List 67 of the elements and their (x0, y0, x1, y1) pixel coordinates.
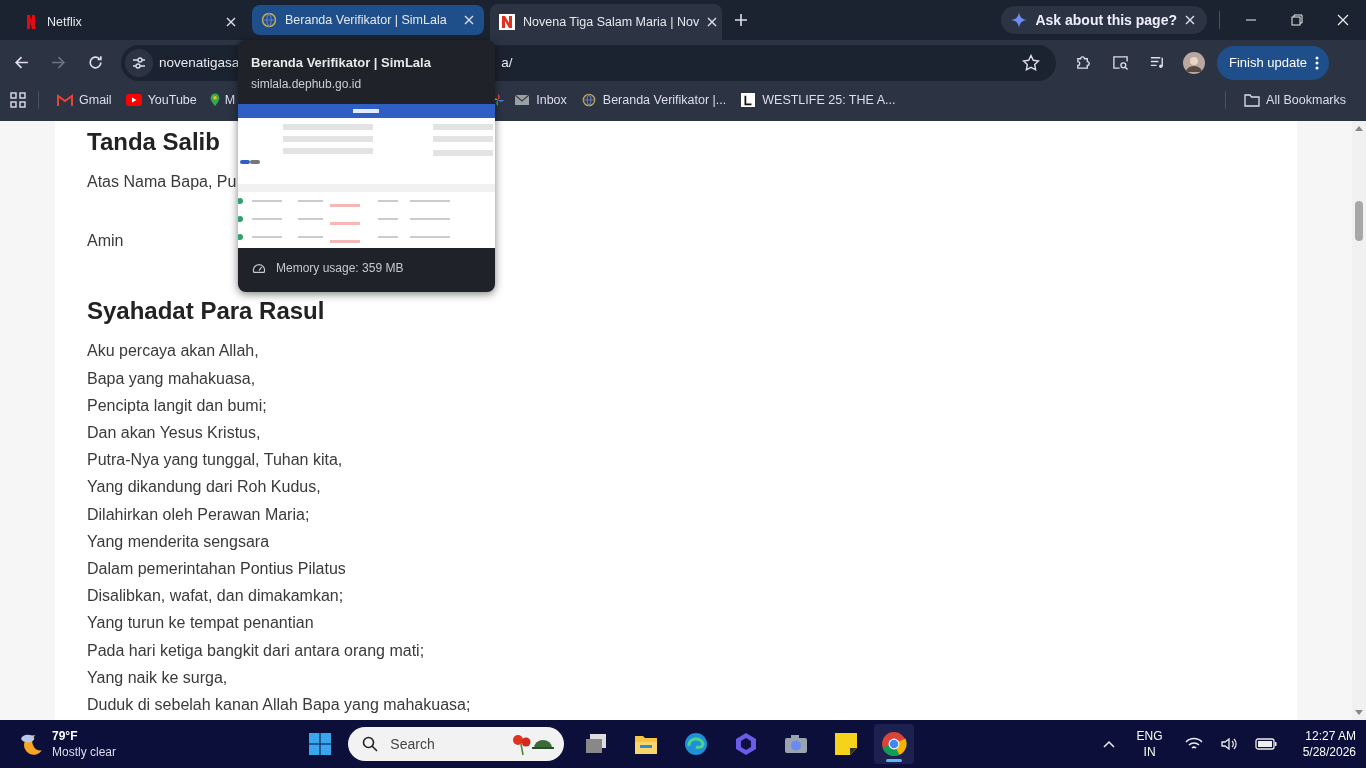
apps-grid-icon[interactable] (10, 92, 26, 108)
section-heading: Tanda Salib (87, 127, 221, 157)
envelope-icon (514, 93, 531, 107)
chrome-browser-icon (881, 731, 908, 757)
sparkle-icon (1011, 12, 1028, 28)
site-settings-icon[interactable] (125, 48, 153, 77)
finish-update-button[interactable]: Finish update (1217, 45, 1330, 80)
globe-icon (261, 12, 277, 28)
bookmark-item[interactable]: Inbox (508, 89, 573, 111)
scroll-down-arrow-icon[interactable] (1355, 710, 1363, 716)
search-icon (362, 736, 379, 752)
play-button-icon (125, 93, 142, 107)
scrollbar-thumb[interactable] (1355, 201, 1363, 241)
url-text: a/ (501, 55, 513, 70)
prayer-line: Aku percaya akan Allah, (87, 341, 260, 362)
clock[interactable]: 12:27 AM 5/28/2026 (1288, 728, 1356, 760)
more-vertical-icon (1315, 55, 1320, 70)
prayer-line: Disalibkan, wafat, dan dimakamkan; (87, 586, 345, 607)
prayer-line: Putra-Nya yang tunggal, Tuhan kita, (87, 450, 344, 471)
prayer-line: Yang naik ke surga, (87, 667, 229, 688)
url-text: novenatigasa (159, 55, 240, 70)
prayer-line: Yang turun ke tempat penantian (87, 613, 315, 634)
close-icon[interactable] (226, 17, 236, 27)
prayer-line: Pencipta langit dan bumi; (87, 395, 268, 416)
gauge-icon (252, 262, 266, 274)
taskbar-search-field[interactable]: Search (348, 727, 565, 761)
browser-tab[interactable]: Novena Tiga Salam Maria | Nov (490, 4, 722, 40)
prayer-line: Duduk di sebelah kanan Allah Bapa yang mahakuasa; (87, 695, 472, 716)
chrome-taskbar-button[interactable] (874, 724, 915, 764)
bookmark-item[interactable]: Gmail (51, 89, 118, 111)
prayer-line: Bapa yang mahakuasa, (87, 368, 257, 389)
bookmark-item[interactable]: Beranda Verifikator |... (574, 89, 733, 111)
close-icon[interactable] (707, 17, 718, 27)
letter-n-logo-icon (499, 14, 515, 30)
language-indicator[interactable]: ENG IN (1126, 728, 1173, 760)
letter-l-logo-icon (740, 93, 757, 107)
bookmark-item[interactable]: M (204, 89, 236, 111)
map-pin-icon (208, 93, 221, 107)
prayer-line: Yang menderita sengsara (87, 531, 271, 552)
browser-tab[interactable]: Netflix (14, 6, 246, 38)
bookmark-star-icon[interactable] (1022, 53, 1040, 72)
globe-icon (580, 93, 597, 107)
envelope-m-icon (57, 93, 73, 107)
prayer-line: Pada hari ketiga bangkit dari antara orang mati; (87, 640, 426, 661)
all-bookmarks-item[interactable]: All Bookmarks (1238, 89, 1352, 111)
prayer-line: Atas Nama Bapa, Pu (87, 172, 238, 192)
prayer-line: Dan akan Yesus Kristus, (87, 423, 262, 443)
prayer-line: Yang dikandung dari Roh Kudus, (87, 477, 322, 498)
prayer-line: Dalam pemerintahan Pontius Pilatus (87, 559, 347, 580)
bookmark-item[interactable]: WESTLIFE 25: THE A... (734, 89, 902, 111)
flowers-helmet-drawing (510, 732, 555, 756)
bookmark-item[interactable]: YouTube (119, 89, 203, 111)
prayer-line: Dilahirkan oleh Perawan Maria; (87, 504, 311, 525)
ask-chip-label: Ask about this page? (1035, 12, 1177, 28)
search-input[interactable]: Search (388, 735, 501, 753)
hover-card-title: Beranda Verifikator | SimLala (251, 55, 432, 70)
close-icon[interactable] (1185, 15, 1195, 25)
new-tab-plus-icon[interactable] (734, 13, 748, 27)
scroll-up-arrow-icon[interactable] (1355, 125, 1363, 131)
browser-tab[interactable]: Beranda Verifikator | SimLala (252, 5, 484, 35)
section-heading: Syahadat Para Rasul (87, 296, 326, 327)
ask-about-page-chip[interactable]: Ask about this page? (1001, 6, 1207, 34)
prayer-line: Amin (87, 231, 125, 252)
weather-widget[interactable]: 79°F Mostly clear (18, 728, 116, 760)
close-icon[interactable] (464, 15, 474, 25)
folder-icon (1244, 93, 1261, 107)
memory-usage-text: Memory usage: 359 MB (276, 261, 404, 275)
